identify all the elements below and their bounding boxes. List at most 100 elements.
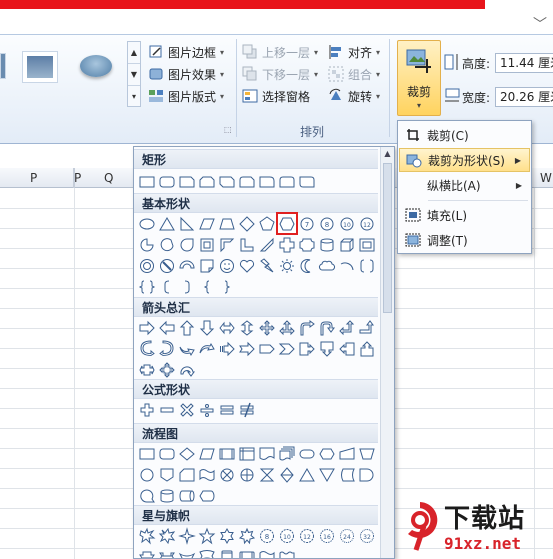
shape-flow-stored-data[interactable] — [337, 464, 357, 485]
scrollbar-thumb[interactable] — [383, 163, 392, 313]
shape-flow-card[interactable] — [177, 464, 197, 485]
shape-circular-arrow[interactable] — [177, 359, 197, 380]
scroll-up-icon[interactable]: ▲ — [381, 147, 394, 161]
shape-star-32[interactable]: 32 — [357, 525, 377, 546]
shape-flow-internal-storage[interactable] — [237, 443, 257, 464]
column-header-p[interactable]: P — [30, 171, 37, 185]
shape-diamond[interactable] — [237, 213, 257, 234]
shape-flow-preparation[interactable] — [317, 443, 337, 464]
shape-l-shape[interactable] — [237, 234, 257, 255]
shape-star-7[interactable] — [237, 525, 257, 546]
group-button[interactable]: 组合 ▾ — [328, 63, 380, 85]
shape-up-ribbon[interactable] — [137, 546, 157, 558]
shape-half-frame[interactable] — [217, 234, 237, 255]
menu-item-fill[interactable]: 填充(L) — [399, 203, 530, 227]
shape-rounded-rectangle[interactable] — [157, 171, 177, 192]
shape-flow-decision[interactable] — [177, 443, 197, 464]
shape-curved-right-arrow[interactable] — [137, 338, 157, 359]
shape-flow-process[interactable] — [137, 443, 157, 464]
shape-chevron[interactable] — [277, 338, 297, 359]
shape-plaque[interactable] — [297, 234, 317, 255]
shape-parallelogram[interactable] — [197, 213, 217, 234]
ribbon-collapse-icon[interactable]: ﹀ — [533, 14, 547, 34]
crop-button[interactable]: 裁剪 ▾ — [397, 40, 441, 116]
shape-flow-predefined-process[interactable] — [217, 443, 237, 464]
shape-star-10[interactable]: 10 — [277, 525, 297, 546]
shape-curved-left-arrow[interactable] — [157, 338, 177, 359]
gallery-up-icon[interactable]: ▲ — [128, 42, 140, 64]
send-backward-button[interactable]: 下移一层 ▾ — [242, 63, 318, 85]
shape-flow-manual-operation[interactable] — [357, 443, 377, 464]
shape-snip-single-corner[interactable] — [177, 171, 197, 192]
shape-not-equal[interactable] — [237, 399, 257, 420]
shape-double-wave[interactable] — [277, 546, 297, 558]
shape-left-right-up-arrow[interactable] — [277, 317, 297, 338]
shape-down-arrow-callout[interactable] — [317, 338, 337, 359]
menu-item-aspect-ratio[interactable]: 纵横比(A) ▶ — [399, 173, 530, 197]
rotate-button[interactable]: 旋转 ▾ — [328, 85, 380, 107]
shape-left-right-arrow[interactable] — [217, 317, 237, 338]
shape-moon[interactable] — [297, 255, 317, 276]
shape-heart[interactable] — [237, 255, 257, 276]
shape-flow-document[interactable] — [257, 443, 277, 464]
shape-chord[interactable] — [157, 234, 177, 255]
shape-sun[interactable] — [277, 255, 297, 276]
shape-star-16[interactable]: 16 — [317, 525, 337, 546]
shape-explosion-2[interactable] — [157, 525, 177, 546]
shape-right-bracket[interactable] — [177, 276, 197, 297]
shape-smiley-face[interactable] — [217, 255, 237, 276]
shape-curved-down-arrow[interactable] — [197, 338, 217, 359]
picture-style-thumb-3[interactable] — [74, 51, 118, 83]
shape-up-arrow[interactable] — [177, 317, 197, 338]
shape-flow-direct-access-storage[interactable] — [177, 485, 197, 506]
shape-rectangle[interactable] — [137, 171, 157, 192]
crop-dropdown-icon[interactable]: ▾ — [398, 101, 440, 110]
selection-pane-button[interactable]: 选择窗格 — [242, 85, 318, 107]
shape-left-arrow-callout[interactable] — [337, 338, 357, 359]
shape-star-6[interactable] — [217, 525, 237, 546]
shape-flow-sequential-storage[interactable] — [137, 485, 157, 506]
shape-right-triangle[interactable] — [177, 213, 197, 234]
shape-double-bracket[interactable] — [357, 255, 377, 276]
shape-left-bracket[interactable] — [157, 276, 177, 297]
shape-quad-arrow-callout[interactable] — [157, 359, 177, 380]
shape-double-brace[interactable] — [137, 276, 157, 297]
shape-vertical-scroll[interactable] — [217, 546, 237, 558]
shape-cube[interactable] — [337, 234, 357, 255]
shape-flow-or[interactable] — [237, 464, 257, 485]
picture-style-gallery-scroll[interactable]: ▲ ▼ ▾ — [127, 41, 141, 107]
shape-star-12[interactable]: 12 — [297, 525, 317, 546]
shape-bent-up-arrow[interactable] — [357, 317, 377, 338]
shape-equal[interactable] — [217, 399, 237, 420]
gallery-more-icon[interactable]: ▾ — [128, 86, 140, 108]
shape-down-arrow[interactable] — [197, 317, 217, 338]
shape-bevel[interactable] — [357, 234, 377, 255]
shape-flow-data[interactable] — [197, 443, 217, 464]
picture-styles-launcher-icon[interactable]: ⬚ — [224, 125, 232, 134]
shape-curved-down-ribbon[interactable] — [197, 546, 217, 558]
shape-down-ribbon[interactable] — [157, 546, 177, 558]
shape-star-8[interactable]: 8 — [257, 525, 277, 546]
shape-teardrop[interactable] — [177, 234, 197, 255]
shapes-panel-scrollbar[interactable]: ▲ — [380, 147, 394, 558]
shape-no-symbol[interactable] — [157, 255, 177, 276]
shape-donut[interactable] — [137, 255, 157, 276]
shape-minus[interactable] — [157, 399, 177, 420]
shape-arc[interactable] — [337, 255, 357, 276]
shape-divide[interactable] — [197, 399, 217, 420]
shape-folded-corner[interactable] — [197, 255, 217, 276]
height-input[interactable]: 11.44 厘米 — [495, 53, 553, 73]
shape-flow-magnetic-disk[interactable] — [157, 485, 177, 506]
shape-plus[interactable] — [137, 399, 157, 420]
shape-star-5[interactable] — [197, 525, 217, 546]
shape-snip-diagonal[interactable] — [217, 171, 237, 192]
shape-bent-arrow[interactable] — [297, 317, 317, 338]
shape-horizontal-scroll[interactable] — [237, 546, 257, 558]
shape-snip-round[interactable] — [237, 171, 257, 192]
shape-pentagon[interactable] — [257, 213, 277, 234]
shape-u-turn-arrow[interactable] — [317, 317, 337, 338]
picture-layout-button[interactable]: 图片版式 ▾ — [148, 85, 224, 107]
shape-dodecagon[interactable]: 12 — [357, 213, 377, 234]
shape-flow-summing-junction[interactable] — [217, 464, 237, 485]
shape-right-arrow[interactable] — [137, 317, 157, 338]
